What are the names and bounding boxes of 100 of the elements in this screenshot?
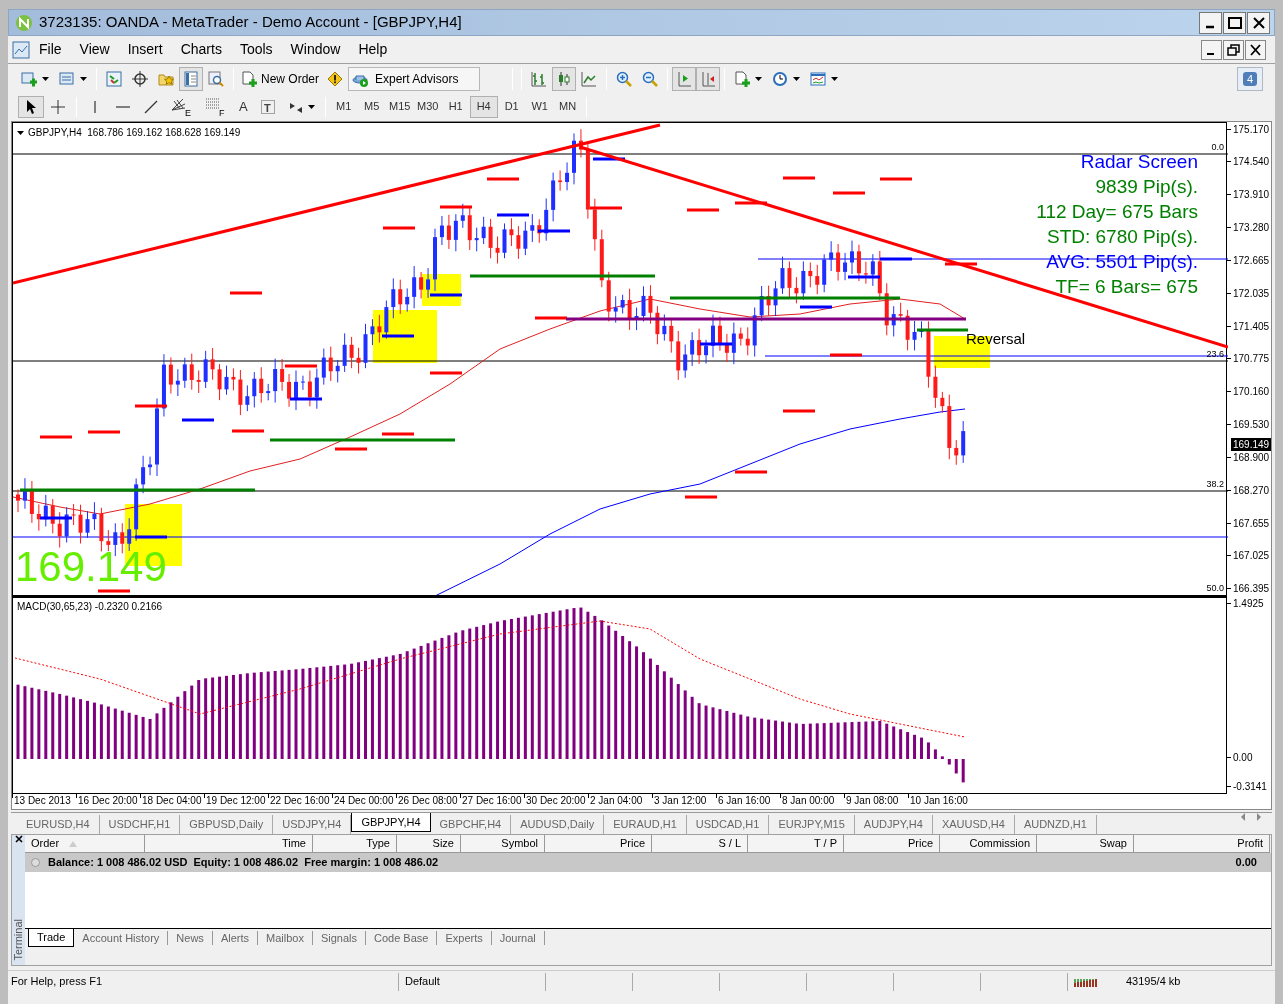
terminal-label: Terminal	[11, 919, 26, 961]
column-header[interactable]: Profit	[1134, 835, 1270, 853]
column-header[interactable]: Type	[313, 835, 397, 853]
column-header[interactable]: Order	[25, 835, 145, 853]
time-axis-label: 24 Dec 00:00	[334, 794, 394, 807]
reversal-label: Reversal	[966, 330, 1026, 348]
price-axis-label: 173.280	[1233, 221, 1270, 236]
macd-axis-label: 0.00	[1233, 750, 1253, 765]
column-header[interactable]: Price	[844, 835, 940, 853]
window-title: 3723135: OANDA - MetaTrader - Demo Account - [GBPJPY,H4]	[39, 12, 462, 33]
text-label-icon[interactable]: T	[259, 98, 276, 115]
column-header[interactable]: Price	[545, 835, 652, 853]
menu-item[interactable]: Tools	[230, 39, 282, 60]
time-axis-label: 27 Dec 16:00	[462, 794, 522, 807]
fibonacci-level-label: 23.6	[1206, 349, 1224, 359]
radar-info-text: 9839 Pip(s).	[1095, 175, 1198, 199]
macd-indicator-label: MACD(30,65,23) -0.2320 0.2166	[17, 600, 163, 614]
time-axis-label: 6 Jan 16:00	[718, 794, 771, 807]
radar-info-text: 112 Day= 675 Bars	[1036, 200, 1198, 224]
terminal-tab[interactable]: Journal	[491, 931, 545, 945]
radar-info-text: Radar Screen	[1080, 150, 1198, 174]
macd-axis-label: 1.4925	[1233, 596, 1264, 611]
status-help-text: For Help, press F1	[10, 974, 104, 990]
profit-value: 0.00	[1235, 855, 1257, 871]
new-order-button[interactable]: New Order	[238, 67, 322, 91]
time-axis-label: 10 Jan 16:00	[910, 794, 968, 807]
fibonacci-level-label: 38.2	[1206, 479, 1224, 489]
profile-name: Default	[404, 974, 441, 990]
price-axis-label: 175.170	[1233, 122, 1270, 137]
price-axis-label: 166.395	[1233, 582, 1270, 597]
timeframe-button[interactable]: H4	[469, 95, 498, 118]
text-tool[interactable]: A	[233, 96, 254, 117]
timeframe-button[interactable]: W1	[525, 95, 554, 118]
terminal-tab[interactable]: Mailbox	[258, 931, 313, 945]
terminal-tab[interactable]: Signals	[312, 931, 366, 945]
balance-summary: Balance: 1 008 486.02 USD Equity: 1 008 486.02 Free margin: 1 008 486.02	[48, 855, 439, 871]
menu-item[interactable]: Charts	[171, 39, 231, 60]
traffic-counter: 43195/4 kb	[1126, 974, 1181, 990]
column-header[interactable]: T / P	[748, 835, 844, 853]
timeframe-button[interactable]: M5	[357, 95, 386, 118]
time-axis-label: 30 Dec 20:00	[526, 794, 586, 807]
time-axis-label: 22 Dec 16:00	[270, 794, 330, 807]
chart-symbol-info: GBPJPY,H4 168.786 169.162 168.628 169.149	[28, 126, 241, 140]
menu-item[interactable]: Window	[281, 39, 350, 60]
time-axis-label: 9 Jan 08:00	[846, 794, 899, 807]
notification-badge: 4	[1242, 72, 1258, 86]
time-axis-label: 2 Jan 04:00	[590, 794, 643, 807]
balance-row[interactable]: Balance: 1 008 486.02 USD Equity: 1 008 486.02 Free margin: 1 008 486.02 0.00	[25, 853, 1271, 872]
timeframe-button[interactable]: MN	[553, 95, 582, 118]
notifications-button[interactable]: 4	[1237, 67, 1263, 91]
terminal-tab[interactable]: News	[168, 931, 213, 945]
column-header[interactable]: Size	[397, 835, 461, 853]
price-axis-label: 167.655	[1233, 516, 1270, 531]
expert-advisors-button[interactable]: Expert Advisors	[348, 67, 480, 91]
radar-info-text: TF= 6 Bars= 675	[1055, 275, 1198, 299]
fibonacci-level-label: 0.0	[1211, 142, 1224, 152]
column-header[interactable]: Swap	[1037, 835, 1134, 853]
terminal-tab[interactable]: Trade	[28, 929, 75, 947]
timeframe-button[interactable]: M15	[385, 95, 414, 118]
price-axis-label: 171.405	[1233, 319, 1270, 334]
column-header[interactable]: Symbol	[461, 835, 545, 853]
time-axis-label: 19 Dec 12:00	[206, 794, 266, 807]
price-axis-label: 169.530	[1233, 418, 1270, 433]
price-axis-label: 170.775	[1233, 352, 1270, 367]
radar-info-text: STD: 6780 Pip(s).	[1047, 225, 1198, 249]
column-header[interactable]: Time	[145, 835, 313, 853]
fibonacci-level-label: 50.0	[1206, 583, 1224, 593]
time-axis-label: 26 Dec 08:00	[398, 794, 458, 807]
terminal-tab[interactable]: Account History	[74, 931, 169, 945]
timeframe-button[interactable]: M30	[413, 95, 442, 118]
price-axis-label: 168.270	[1233, 483, 1270, 498]
chart-tab[interactable]: GBPJPY,H4	[351, 813, 431, 832]
price-axis-label: 168.900	[1233, 450, 1270, 465]
menu-item[interactable]: File	[30, 39, 71, 60]
price-axis-label: 174.540	[1233, 155, 1270, 170]
terminal-tab[interactable]: Alerts	[212, 931, 258, 945]
terminal-tab[interactable]: Experts	[437, 931, 492, 945]
time-axis-label: 3 Jan 12:00	[654, 794, 707, 807]
price-axis-label: 173.910	[1233, 188, 1270, 203]
price-watermark-text: 169.149	[15, 547, 167, 587]
time-axis-label: 8 Jan 00:00	[782, 794, 835, 807]
column-header[interactable]: S / L	[652, 835, 748, 853]
current-price-label: 169.149	[1231, 438, 1272, 451]
menu-item[interactable]: Insert	[118, 39, 172, 60]
timeframe-button[interactable]: D1	[497, 95, 526, 118]
price-axis-label: 172.035	[1233, 286, 1270, 301]
timeframe-button[interactable]: M1	[329, 95, 358, 118]
macd-axis-label: -0.3141	[1233, 779, 1267, 794]
price-axis-label: 167.025	[1233, 549, 1270, 564]
timeframe-button[interactable]: H1	[441, 95, 470, 118]
radar-info-text: AVG: 5501 Pip(s).	[1046, 250, 1198, 274]
price-axis-label: 170.160	[1233, 385, 1270, 400]
menu-item[interactable]: View	[70, 39, 119, 60]
price-axis-label: 172.665	[1233, 253, 1270, 268]
menu-item[interactable]: Help	[349, 39, 397, 60]
column-header[interactable]: Commission	[940, 835, 1037, 853]
terminal-tab[interactable]: Code Base	[366, 931, 438, 945]
time-axis-label: 18 Dec 04:00	[142, 794, 202, 807]
time-axis-label: 16 Dec 20:00	[78, 794, 138, 807]
time-axis-label: 13 Dec 2013	[14, 794, 71, 807]
